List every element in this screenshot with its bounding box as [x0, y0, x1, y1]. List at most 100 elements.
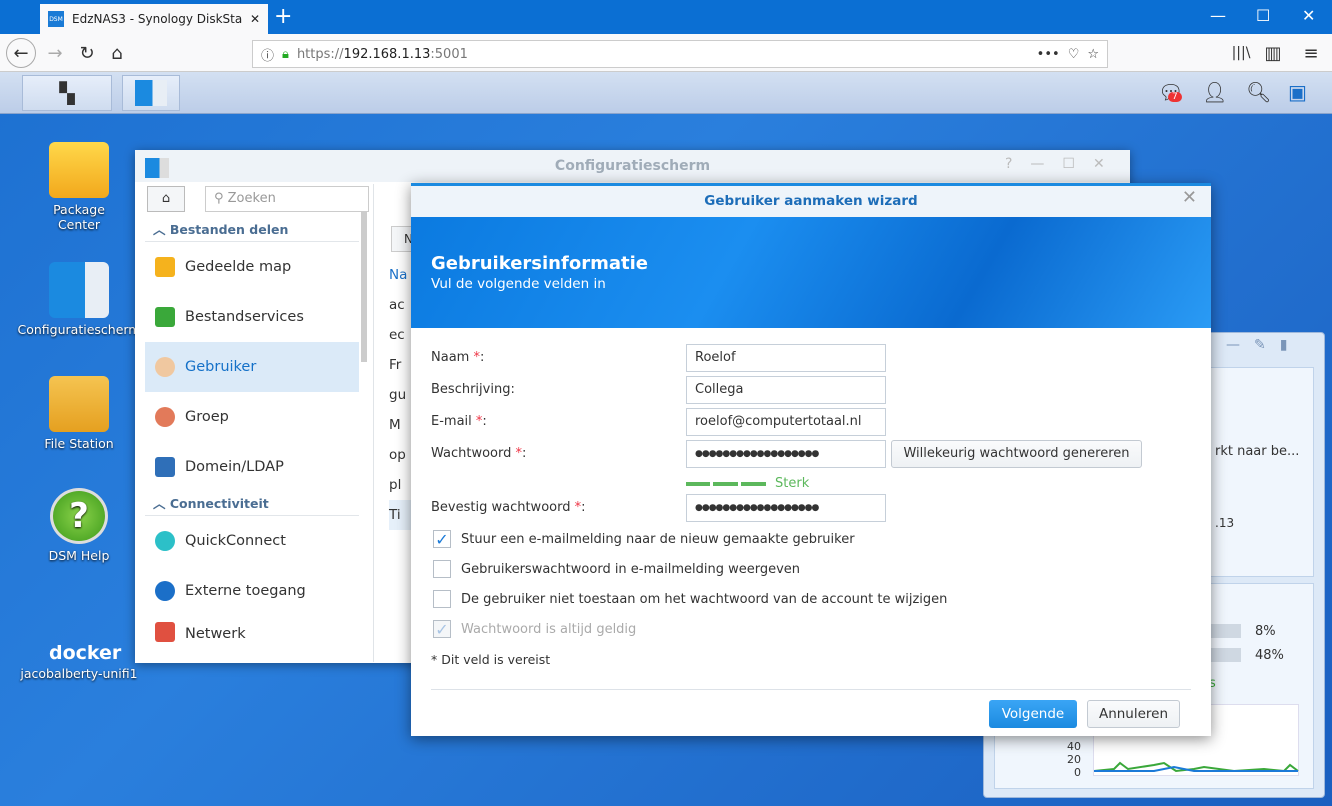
control-panel-icon — [145, 158, 169, 178]
sidebar-item-domein-ldap[interactable]: Domein/LDAP — [145, 442, 359, 492]
checkbox-disallow-change[interactable]: De gebruiker niet toestaan om het wachtw… — [433, 590, 947, 608]
sidebar-scrollbar[interactable] — [361, 212, 367, 362]
item-label: Netwerk — [185, 626, 246, 642]
confirm-password-input[interactable]: ●●●●●●●●●●●●●●●●●● — [686, 494, 886, 522]
info-icon[interactable]: ⓘ — [261, 45, 274, 64]
docker-logo-icon: docker — [49, 642, 122, 664]
widget-controls[interactable]: —✎▮ — [1226, 337, 1301, 353]
notifications-icon[interactable]: 💬︎7 — [1158, 80, 1183, 104]
user-icon[interactable]: 👤︎ — [1202, 80, 1227, 104]
item-label: Externe toegang — [185, 583, 306, 599]
required-note: * Dit veld is vereist — [431, 652, 550, 667]
more-icon[interactable]: ••• — [1037, 47, 1060, 62]
browser-tab[interactable]: DSM EdzNAS3 - Synology DiskStation ✕ — [40, 4, 268, 34]
menu-icon[interactable]: ≡ — [1298, 40, 1324, 66]
taskbar-control-panel[interactable] — [122, 75, 180, 111]
sidebar-item-netwerk[interactable]: Netwerk — [145, 616, 359, 642]
checkbox-checked-icon[interactable]: ✓ — [433, 530, 451, 549]
checkbox-send-email[interactable]: ✓ Stuur een e-mailmelding naar de nieuw g… — [433, 530, 855, 549]
item-label: Gebruiker — [185, 359, 257, 375]
quickconnect-icon — [155, 531, 175, 551]
library-icon[interactable]: |||\ — [1228, 40, 1254, 66]
divider — [373, 184, 374, 662]
search-placeholder: Zoeken — [227, 191, 276, 206]
group-icon — [155, 407, 175, 427]
pocket-icon[interactable]: ♡ — [1068, 47, 1080, 62]
password-input[interactable]: ●●●●●●●●●●●●●●●●●● — [686, 440, 886, 468]
wizard-subheading: Vul de volgende velden in — [431, 276, 606, 292]
wizard-titlebar: Gebruiker aanmaken wizard — [411, 183, 1211, 217]
upload-series — [1093, 761, 1299, 773]
reload-icon[interactable]: ↻ — [74, 40, 100, 66]
tab-title: EdzNAS3 - Synology DiskStation — [72, 12, 242, 26]
checkbox-icon[interactable] — [433, 590, 451, 608]
bookmark-star-icon[interactable]: ☆ — [1087, 47, 1099, 62]
item-label: Groep — [185, 409, 229, 425]
sidebar-item-quickconnect[interactable]: QuickConnect — [145, 516, 359, 566]
y-tick: 0 — [1074, 766, 1081, 779]
help-icon: ? — [50, 488, 108, 544]
create-user-wizard: Gebruiker aanmaken wizard ✕ Gebruikersin… — [411, 183, 1211, 736]
url-port: :5001 — [430, 46, 468, 62]
sidebar-item-gedeelde-map[interactable]: Gedeelde map — [145, 242, 359, 292]
confirm-password-label: Bevestig wachtwoord *: — [431, 500, 586, 515]
grid-icon: ▚ — [59, 81, 75, 105]
icon-label: jacobalberty-unifi1 — [20, 666, 138, 681]
password-strength-meter: Sterk — [686, 476, 809, 491]
globe-icon — [155, 581, 175, 601]
new-tab-icon[interactable]: + — [274, 4, 292, 29]
desktop-icon-dsm-help[interactable]: ? DSM Help — [14, 488, 144, 563]
sidebar-icon[interactable]: ▥ — [1260, 40, 1286, 66]
window-controls[interactable]: ?—☐✕ — [1005, 156, 1123, 172]
search-icon[interactable]: 🔍︎ — [1246, 80, 1271, 104]
required-note-text: * Dit veld is vereist — [431, 652, 551, 667]
close-tab-icon[interactable]: ✕ — [250, 12, 260, 26]
description-label: Beschrijving: — [431, 382, 515, 397]
wizard-title: Gebruiker aanmaken wizard — [704, 193, 918, 209]
icon-label: File Station — [44, 436, 114, 451]
checkbox-checked-disabled-icon: ✓ — [433, 620, 451, 639]
back-icon[interactable]: ← — [6, 38, 36, 68]
checkbox-label: Wachtwoord is altijd geldig — [461, 621, 637, 637]
section-bestanden-delen[interactable]: ︿ Bestanden delen — [145, 218, 359, 242]
checkbox-icon[interactable] — [433, 560, 451, 578]
maximize-icon[interactable]: ☐ — [1256, 6, 1270, 25]
checkbox-label: De gebruiker niet toestaan om het wachtw… — [461, 591, 948, 607]
email-input[interactable]: roelof@computertotaal.nl — [686, 408, 886, 436]
cancel-button[interactable]: Annuleren — [1087, 700, 1180, 728]
home-icon[interactable]: ⌂ — [104, 40, 130, 66]
dsm-favicon-icon: DSM — [48, 11, 64, 27]
sidebar-item-groep[interactable]: Groep — [145, 392, 359, 442]
description-input[interactable]: Collega — [686, 376, 886, 404]
url-bar[interactable]: ⓘ 🔒︎ https://192.168.1.13:5001 ••• ♡ ☆ — [252, 40, 1108, 68]
desktop-icon-control-panel[interactable]: Configuratiescherm — [14, 262, 144, 337]
desktop-icon-package-center[interactable]: Package Center — [14, 142, 144, 232]
checkbox-label: Stuur een e-mailmelding naar de nieuw ge… — [461, 531, 855, 547]
item-label: Gedeelde map — [185, 259, 292, 275]
name-input[interactable]: Roelof — [686, 344, 886, 372]
window-title: Configuratiescherm — [554, 158, 711, 174]
home-button[interactable]: ⌂ — [147, 186, 185, 212]
main-menu-button[interactable]: ▚ — [22, 75, 112, 111]
checkbox-show-password[interactable]: Gebruikerswachtwoord in e-mailmelding we… — [433, 560, 800, 578]
password-label: Wachtwoord *: — [431, 446, 527, 461]
widgets-icon[interactable]: ▣ — [1288, 80, 1307, 104]
forward-icon[interactable]: → — [42, 40, 68, 66]
control-panel-icon — [135, 80, 167, 106]
next-button[interactable]: Volgende — [989, 700, 1077, 728]
folder-icon — [49, 376, 109, 432]
divider — [431, 689, 1191, 690]
sidebar-item-externe-toegang[interactable]: Externe toegang — [145, 566, 359, 616]
close-window-icon[interactable]: ✕ — [1302, 6, 1315, 25]
desktop-icon-docker[interactable]: docker jacobalberty-unifi1 — [14, 608, 144, 681]
generate-password-button[interactable]: Willekeurig wachtwoord genereren — [891, 440, 1142, 468]
sidebar-item-gebruiker[interactable]: Gebruiker — [145, 342, 359, 392]
browser-nav-bar: ← → ↻ ⌂ ⓘ 🔒︎ https://192.168.1.13:5001 •… — [0, 34, 1332, 72]
sidebar-item-bestandservices[interactable]: Bestandservices — [145, 292, 359, 342]
minimize-icon[interactable]: — — [1210, 6, 1226, 25]
desktop-icon-file-station[interactable]: File Station — [14, 376, 144, 451]
y-tick: 40 — [1067, 740, 1081, 753]
close-icon[interactable]: ✕ — [1182, 187, 1197, 208]
section-connectiviteit[interactable]: ︿ Connectiviteit — [145, 492, 359, 516]
search-input[interactable]: ⚲ Zoeken — [205, 186, 369, 212]
